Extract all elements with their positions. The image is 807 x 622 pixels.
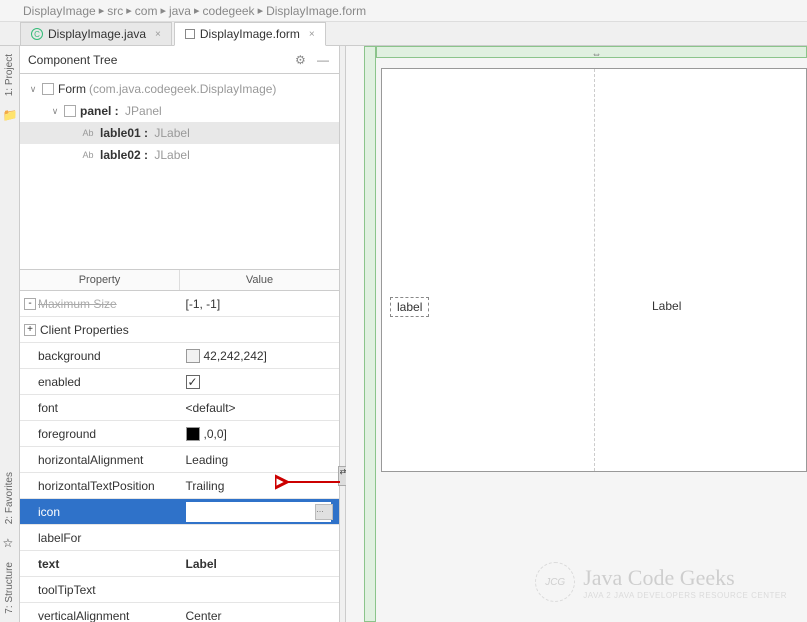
tree-node-lable02[interactable]: Ab lable02 : JLabel — [20, 144, 339, 166]
ruler-vertical — [364, 46, 376, 622]
color-swatch — [186, 427, 200, 441]
chevron-down-icon[interactable]: ∨ — [28, 84, 38, 95]
tree-node-panel[interactable]: ∨ panel : JPanel — [20, 100, 339, 122]
color-swatch — [186, 349, 200, 363]
close-icon[interactable]: × — [309, 29, 315, 40]
design-label01[interactable]: label — [390, 297, 429, 317]
close-icon[interactable]: × — [155, 29, 161, 40]
java-class-icon: C — [31, 28, 43, 40]
design-canvas[interactable]: label Label — [381, 68, 807, 472]
tab-displayimage-form[interactable]: DisplayImage.form × — [174, 22, 326, 46]
prop-font[interactable]: font <default> — [20, 395, 339, 421]
grid-line — [594, 69, 595, 471]
form-icon — [185, 29, 195, 39]
minimize-icon[interactable]: — — [317, 53, 331, 67]
label-icon: Ab — [80, 126, 96, 140]
tool-window-bar-left: 1: Project 📁 2: Favorites ☆ 7: Structure — [0, 46, 20, 622]
label-icon: Ab — [80, 148, 96, 162]
design-label02[interactable]: Label — [652, 299, 681, 313]
column-property: Property — [20, 270, 180, 290]
sidebar-tab-favorites[interactable]: 2: Favorites — [4, 464, 15, 532]
prop-tooltip-text[interactable]: toolTipText — [20, 577, 339, 603]
ruler-horizontal: ⇔ — [376, 46, 807, 58]
resize-handle-icon[interactable]: ⇔ — [592, 49, 602, 60]
prop-icon[interactable]: icon … — [20, 499, 339, 525]
collapse-icon[interactable]: - — [24, 298, 36, 310]
component-tree: ∨ Form(com.java.codegeek.DisplayImage) ∨… — [20, 74, 339, 269]
chevron-down-icon[interactable]: ∨ — [50, 106, 60, 117]
prop-client-properties[interactable]: + Client Properties — [20, 317, 339, 343]
breadcrumb: DisplayImage ▸ src ▸ com ▸ java ▸ codege… — [0, 0, 807, 22]
sidebar-tab-structure[interactable]: 7: Structure — [4, 554, 15, 622]
prop-maximum-size[interactable]: - Maximum Size [-1, -1] — [20, 291, 339, 317]
checkbox[interactable] — [64, 105, 76, 117]
prop-foreground[interactable]: foreground ,0,0] — [20, 421, 339, 447]
checkbox-checked[interactable]: ✓ — [186, 375, 200, 389]
component-tree-panel: Component Tree ⚙ — ∨ Form(com.java.codeg… — [20, 46, 340, 622]
watermark-badge: JCG — [535, 562, 575, 602]
prop-vertical-alignment[interactable]: verticalAlignment Center — [20, 603, 339, 622]
property-table: - Maximum Size [-1, -1] + Client Propert… — [20, 291, 339, 622]
tab-label: DisplayImage.form — [200, 27, 300, 41]
folder-icon: 📁 — [3, 108, 17, 122]
prop-enabled[interactable]: enabled ✓ — [20, 369, 339, 395]
tab-displayimage-java[interactable]: C DisplayImage.java × — [20, 22, 172, 45]
watermark: JCG Java Code Geeks JAVA 2 JAVA DEVELOPE… — [535, 562, 787, 602]
star-icon: ☆ — [3, 536, 17, 550]
annotation-arrow — [275, 468, 345, 496]
gear-icon[interactable]: ⚙ — [295, 53, 309, 67]
prop-background[interactable]: background 42,242,242] — [20, 343, 339, 369]
sidebar-tab-project[interactable]: 1: Project — [4, 46, 15, 104]
column-value: Value — [180, 270, 339, 290]
editor-tabs: C DisplayImage.java × DisplayImage.form … — [0, 22, 807, 46]
browse-icon[interactable]: … — [315, 504, 333, 520]
checkbox[interactable] — [42, 83, 54, 95]
panel-header: Component Tree ⚙ — — [20, 46, 339, 74]
tree-node-form[interactable]: ∨ Form(com.java.codegeek.DisplayImage) — [20, 78, 339, 100]
form-designer[interactable]: ⇔ label Label JCG Java Code Geeks JAVA 2… — [346, 46, 807, 622]
panel-title: Component Tree — [28, 53, 117, 67]
icon-value-input[interactable] — [186, 502, 332, 522]
tab-label: DisplayImage.java — [48, 27, 146, 41]
tree-node-lable01[interactable]: Ab lable01 : JLabel — [20, 122, 339, 144]
prop-label-for[interactable]: labelFor — [20, 525, 339, 551]
expand-icon[interactable]: + — [24, 324, 36, 336]
property-table-header: Property Value — [20, 269, 339, 291]
prop-text[interactable]: text Label — [20, 551, 339, 577]
